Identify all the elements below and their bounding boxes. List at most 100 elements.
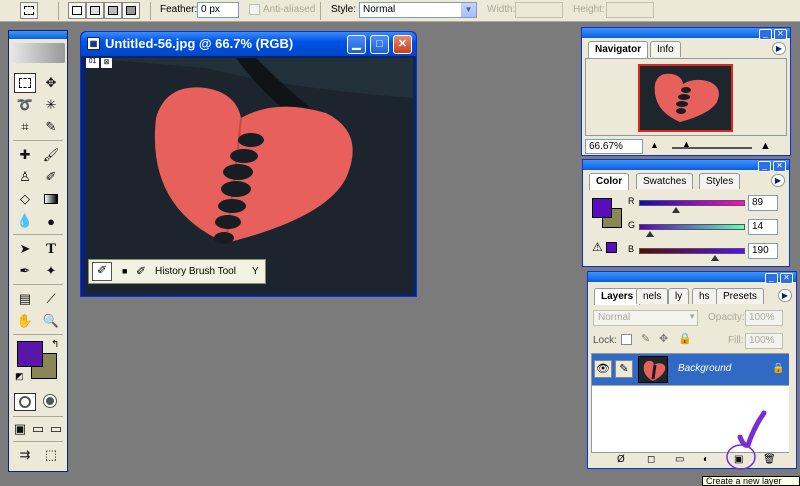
add-to-selection-icon[interactable] [86,2,104,19]
gamut-color-swatch[interactable] [606,242,617,253]
swap-colors-icon[interactable]: ↰ [51,339,59,350]
tab-history[interactable]: ly [668,288,690,304]
out-of-gamut-warning-icon[interactable]: ⚠ [592,240,603,254]
tab-navigator[interactable]: Navigator [588,41,649,58]
dodge-icon[interactable]: ● [40,211,62,231]
panel-menu-icon[interactable]: ▶ [771,174,785,187]
add-mask-icon[interactable]: ◻ [647,454,655,465]
close-button[interactable]: ✕ [393,35,412,54]
tab-swatches[interactable]: Swatches [636,173,694,189]
eyedropper-icon[interactable]: ⟋ [40,289,62,309]
layer-name[interactable]: Background [678,363,731,374]
lock-brush-icon[interactable]: ✎ [641,332,650,345]
slice-icon[interactable]: ✎ [40,117,62,137]
panel-menu-icon[interactable]: ▶ [778,289,792,302]
zoom-in-icon[interactable]: ▲ [760,140,771,152]
history-brush-icon[interactable]: ✐ [40,167,62,187]
intersect-selection-icon[interactable] [122,2,140,19]
color-panel-foreground[interactable] [592,198,612,218]
gradient-icon[interactable] [40,189,62,209]
brush-icon[interactable]: 🖌 [40,145,62,165]
minimize-button[interactable]: ▁ [347,35,366,54]
layers-minimize-button[interactable]: _ [765,273,778,284]
visibility-eye-icon[interactable]: 👁 [594,360,612,378]
panel-menu-icon[interactable]: ▶ [772,42,786,55]
opacity-input[interactable]: 100% [745,310,783,326]
tab-channels[interactable]: nels [636,288,669,304]
navigator-minimize-button[interactable]: _ [759,29,772,40]
maximize-button[interactable]: □ [370,35,389,54]
tab-actions[interactable]: hs [692,288,717,304]
zoom-out-icon[interactable]: ▲ [650,140,659,150]
tool-name[interactable]: History Brush Tool [155,266,236,277]
subtract-from-selection-icon[interactable] [104,2,122,19]
healing-brush-icon[interactable]: ✚ [14,145,36,165]
custom-shape-icon[interactable]: ✦ [40,261,62,281]
layer-brush-icon[interactable]: ✎ [615,360,633,378]
crop-icon[interactable]: ⌗ [14,117,36,137]
color-minimize-button[interactable]: _ [758,161,771,172]
g-slider-thumb[interactable] [646,231,654,237]
layer-thumbnail[interactable] [638,356,668,383]
height-input[interactable] [606,2,654,18]
toolbox-title-bar[interactable] [9,31,67,39]
magic-wand-icon[interactable]: ✳ [40,95,62,115]
quick-mask-mode-icon[interactable] [40,393,62,411]
tab-color[interactable]: Color [589,173,630,190]
g-input[interactable]: 14 [748,219,778,235]
b-slider[interactable] [639,248,745,254]
r-slider[interactable] [639,200,745,206]
layers-close-button[interactable]: ✕ [780,273,793,284]
tab-styles[interactable]: Styles [699,173,741,189]
width-input[interactable] [515,2,563,18]
path-selection-icon[interactable]: ➤ [14,239,36,259]
notes-icon[interactable]: ▤ [14,289,36,309]
standard-mode-icon[interactable] [14,393,36,411]
zoom-icon[interactable]: 🔍 [40,311,62,331]
lock-all-icon[interactable]: 🔒 [678,332,692,345]
layers-scrollbar[interactable] [789,353,795,453]
layer-style-icon[interactable]: Ø [617,454,625,465]
default-colors-icon[interactable]: ◩ [15,371,24,382]
new-selection-icon[interactable] [68,2,86,19]
standard-screen-mode-icon[interactable]: ▣ [12,419,28,439]
color-close-button[interactable]: ✕ [773,161,786,172]
lock-move-icon[interactable]: ✥ [659,332,668,345]
b-slider-thumb[interactable] [711,255,719,261]
blend-mode-select[interactable]: Normal ▼ [593,310,698,326]
lock-transparency-checkbox[interactable] [621,334,632,345]
tab-tool-presets[interactable]: Presets [716,288,764,304]
move-icon[interactable]: ✥ [40,73,62,93]
edit-in-imageready-icon[interactable]: ⬚ [40,445,62,465]
layer-row-background[interactable]: 👁 ✎ Background 🔒 [592,354,792,386]
new-adjustment-layer-icon[interactable]: ◐ [703,454,709,465]
marquee-tool-preset-icon[interactable] [20,2,38,19]
zoom-slider-thumb[interactable]: ▲ [682,139,691,149]
full-screen-mode-icon[interactable]: ▭ [48,419,64,439]
g-slider[interactable] [639,224,745,230]
adobe-online-icon[interactable] [11,43,65,63]
tab-layers[interactable]: Layers [594,288,641,305]
fill-input[interactable]: 100% [745,333,783,349]
hand-icon[interactable]: ✋ [14,311,36,331]
r-slider-thumb[interactable] [672,207,680,213]
style-select[interactable]: Normal ▼ [359,2,477,18]
full-screen-menu-mode-icon[interactable]: ▭ [30,419,46,439]
zoom-input[interactable]: 66.67% [585,139,643,154]
type-icon[interactable]: T [40,239,62,259]
history-brush-flyout-icon[interactable]: ✐ [92,262,112,281]
r-input[interactable]: 89 [748,195,778,211]
foreground-color-swatch[interactable] [17,341,43,367]
tab-info[interactable]: Info [650,41,681,57]
navigator-thumbnail[interactable] [638,64,733,132]
new-group-icon[interactable]: ▭ [675,454,684,465]
feather-input[interactable]: 0 px [197,2,239,18]
chevron-down-icon[interactable]: ▼ [461,3,476,17]
marquee-icon[interactable] [14,73,36,93]
jump-to-imageready-icon[interactable]: ⇉ [14,445,36,465]
pen-icon[interactable]: ✒ [14,261,36,281]
b-input[interactable]: 190 [748,243,778,259]
eraser-icon[interactable]: ◇ [14,189,36,209]
chevron-down-icon[interactable]: ▼ [688,312,696,321]
navigator-close-button[interactable]: ✕ [774,29,787,40]
